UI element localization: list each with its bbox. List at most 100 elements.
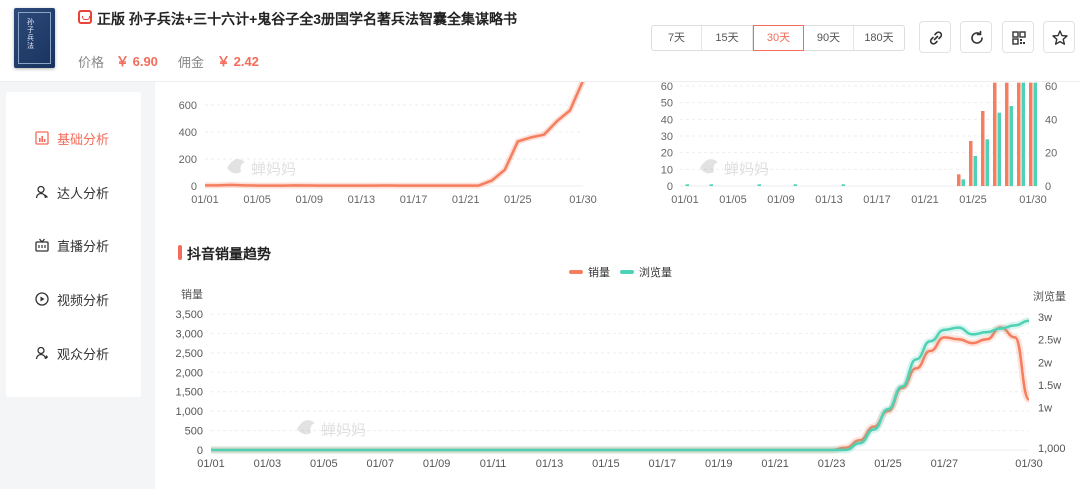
- sidebar-nav: 基础分析 达人分析 直播分析 视频分析 观众分析: [6, 92, 141, 397]
- y2-axis-label: 浏览量: [1033, 289, 1066, 303]
- x-tick-label: 01/01: [197, 458, 225, 470]
- period-15d[interactable]: 15天: [702, 26, 753, 50]
- legend-item-sales[interactable]: 销量: [569, 264, 610, 280]
- sidebar-item-basic[interactable]: 基础分析: [35, 128, 109, 148]
- bar-views: [985, 139, 989, 186]
- sales-bar-chart-top-right: 0 10 20 30 40 50 60 0 20 40 60 01/01 01/05 01/09 01/13…: [661, 82, 1058, 206]
- sidebar-item-label: 基础分析: [57, 131, 110, 147]
- sidebar-item-talent[interactable]: 达人分析: [35, 182, 109, 202]
- y-tick-label: 60: [661, 82, 673, 93]
- x-tick-label: 01/23: [818, 458, 846, 470]
- link-button[interactable]: [919, 21, 951, 53]
- watermark-text: 蝉妈妈: [251, 161, 296, 178]
- person-icon: [35, 185, 48, 199]
- x-tick-label: 01/13: [536, 458, 564, 470]
- chart-icon: [35, 131, 49, 145]
- x-tick-label: 01/01: [191, 194, 219, 206]
- section-title: 抖音销量趋势: [178, 244, 271, 264]
- book-cover-image[interactable]: 孙子兵法: [14, 8, 55, 68]
- y-tick-label: 600: [179, 100, 197, 112]
- y-tick-label: 40: [661, 114, 673, 126]
- x-tick-label: 01/25: [959, 194, 987, 206]
- watermark-text: 蝉妈妈: [724, 161, 769, 178]
- bar-sales: [969, 141, 973, 186]
- watermark-text: 蝉妈妈: [321, 422, 366, 439]
- x-tick-label: 01/21: [761, 458, 789, 470]
- play-icon: [35, 292, 49, 306]
- y2-tick-label: 20: [1045, 148, 1057, 160]
- legend-swatch: [620, 270, 634, 274]
- watermark-logo-icon: [227, 159, 245, 174]
- bar-views: [793, 184, 797, 186]
- sidebar-item-video[interactable]: 视频分析: [35, 289, 109, 309]
- book-cover-text: 孙子兵法: [27, 18, 34, 50]
- price-label: 价格: [78, 55, 105, 70]
- y-axis-label: 销量: [181, 287, 203, 301]
- bar-views: [997, 112, 1001, 186]
- x-tick-label: 01/30: [569, 194, 597, 206]
- y-tick-label: 500: [185, 426, 203, 438]
- bar-views: [1033, 82, 1037, 186]
- x-tick-label: 01/05: [310, 458, 338, 470]
- bar-sales: [981, 111, 985, 186]
- x-tick-label: 01/17: [400, 194, 428, 206]
- y2-tick-label: 2.5w: [1038, 335, 1061, 347]
- y-tick-label: 0: [191, 181, 197, 193]
- y2-tick-label: 3w: [1038, 312, 1052, 324]
- y-tick-label: 2,500: [175, 348, 203, 360]
- y-tick-label: 3,000: [175, 328, 203, 340]
- audience-icon: [35, 346, 48, 360]
- commission-label: 佣金: [178, 55, 205, 70]
- x-tick-label: 01/09: [767, 194, 795, 206]
- x-tick-label: 01/09: [296, 194, 324, 206]
- period-180d[interactable]: 180天: [854, 26, 904, 50]
- x-tick-label: 01/03: [254, 458, 282, 470]
- x-tick-label: 01/15: [592, 458, 620, 470]
- x-tick-label: 01/09: [423, 458, 451, 470]
- x-tick-label: 01/05: [719, 194, 747, 206]
- bar-views: [709, 184, 713, 186]
- x-tick-label: 01/07: [366, 458, 394, 470]
- bar-views: [685, 184, 689, 186]
- y-tick-label: 2,000: [175, 367, 203, 379]
- x-tick-label: 01/27: [931, 458, 959, 470]
- y2-tick-label: 1.5w: [1038, 380, 1061, 392]
- watermark-logo-icon: [700, 159, 718, 174]
- bar-sales: [1005, 82, 1009, 186]
- refresh-button[interactable]: [960, 21, 992, 53]
- watermark: 蝉妈妈: [227, 159, 296, 178]
- sales-trend-chart-top-left: 0 200 400 600 01/01 01/05 01/09 01/13 01/17 01/21…: [179, 82, 597, 206]
- period-90d[interactable]: 90天: [804, 26, 854, 50]
- sidebar-item-live[interactable]: 直播分析: [35, 235, 109, 255]
- y-tick-label: 400: [179, 127, 197, 139]
- legend-swatch: [569, 270, 583, 274]
- commission-value: ￥ 2.42: [217, 54, 259, 69]
- favorite-button[interactable]: [1043, 21, 1075, 53]
- product-title[interactable]: 正版 孙子兵法+三十六计+鬼谷子全3册国学名著兵法智囊全集谋略书: [97, 9, 517, 29]
- y-tick-label: 30: [661, 131, 673, 143]
- legend-label: 销量: [588, 267, 610, 279]
- sidebar-item-audience[interactable]: 观众分析: [35, 343, 109, 363]
- douyin-sales-trend-chart: 销量 浏览量 0 500 1,000 1,500 2,000 2,500 3,000 3,500 1…: [175, 287, 1066, 470]
- period-selector: 7天 15天 30天 90天 180天: [651, 25, 905, 51]
- y2-tick-label: 40: [1045, 114, 1057, 126]
- sidebar-item-label: 视频分析: [57, 292, 110, 308]
- y2-tick-label: 2w: [1038, 357, 1052, 369]
- qrcode-button[interactable]: [1002, 21, 1034, 53]
- bar-sales: [1017, 82, 1021, 186]
- x-tick-label: 01/17: [649, 458, 677, 470]
- qrcode-icon: [1012, 31, 1026, 45]
- refresh-icon: [971, 30, 983, 44]
- bar-views: [757, 184, 761, 186]
- period-30d[interactable]: 30天: [753, 25, 804, 51]
- bar-views: [1009, 106, 1013, 186]
- watermark-logo-icon: [297, 420, 315, 435]
- bar-sales: [993, 82, 997, 186]
- x-tick-label: 01/25: [504, 194, 532, 206]
- period-7d[interactable]: 7天: [652, 26, 702, 50]
- bar-views: [961, 179, 965, 186]
- y-tick-label: 1,000: [175, 406, 203, 418]
- x-tick-label: 01/11: [480, 458, 507, 470]
- x-tick-label: 01/19: [705, 458, 733, 470]
- legend-item-views[interactable]: 浏览量: [620, 264, 672, 280]
